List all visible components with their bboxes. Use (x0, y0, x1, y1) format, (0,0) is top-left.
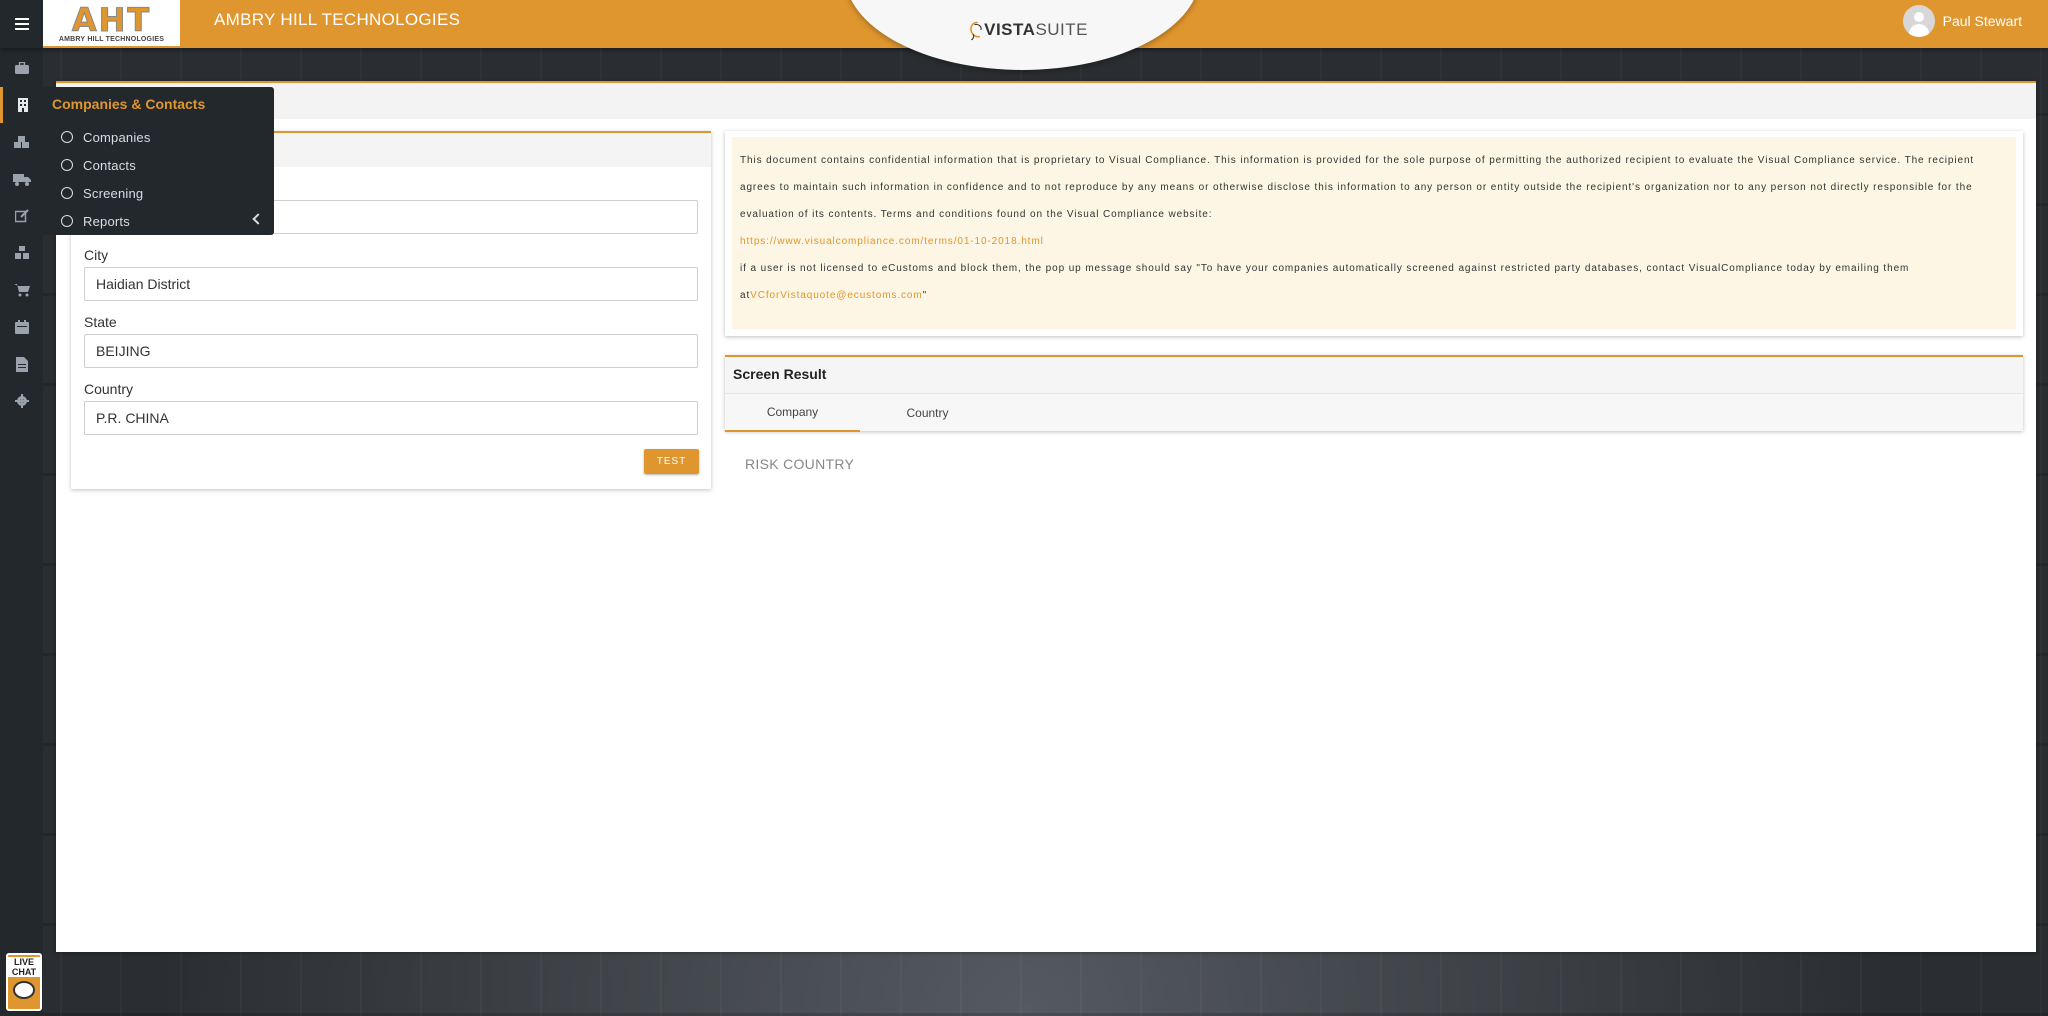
cart-icon (13, 284, 30, 297)
flyout-item-label: Reports (83, 213, 130, 229)
truck-icon (12, 173, 31, 186)
radio-icon (61, 131, 73, 143)
flyout-item-contacts[interactable]: Contacts (61, 155, 136, 175)
confidentiality-notice: This document contains confidential info… (732, 137, 2016, 329)
rail-settings[interactable] (0, 383, 43, 419)
rail-inventory[interactable] (0, 124, 43, 160)
notice-paragraph-2: if a user is not licensed to eCustoms an… (740, 263, 1910, 301)
companies-contacts-flyout: Companies & Contacts Companies Contacts … (43, 87, 274, 235)
chat-avatar-icon (13, 981, 35, 999)
edit-icon (14, 209, 29, 223)
state-label: State (84, 314, 117, 330)
flyout-item-label: Screening (83, 185, 144, 201)
menu-toggle-button[interactable] (0, 0, 43, 48)
city-field[interactable]: Haidian District (84, 267, 698, 301)
rail-companies[interactable] (0, 87, 43, 123)
rail-warehouse[interactable] (0, 235, 43, 271)
city-label: City (84, 247, 109, 263)
terms-link[interactable]: https://www.visualcompliance.com/terms/0… (740, 228, 2008, 255)
company-logo[interactable]: AHT AMBRY HILL TECHNOLOGIES (43, 0, 180, 46)
hamburger-icon (14, 18, 29, 30)
screen-result-title: Screen Result (733, 366, 827, 382)
user-name[interactable]: Paul Stewart (1943, 13, 2022, 29)
avatar[interactable] (1902, 5, 1935, 37)
rail-documents[interactable] (0, 346, 43, 382)
flyout-item-label: Companies (83, 129, 151, 145)
radio-icon (61, 159, 73, 171)
main-panel: City Haidian District State BEIJING Coun… (56, 81, 2036, 952)
warehouse-icon (14, 246, 29, 259)
radio-icon (61, 187, 73, 199)
screen-result-card: Screen Result Company Country (725, 355, 2023, 432)
calendar-icon (14, 320, 29, 334)
rail-home[interactable] (0, 50, 43, 86)
radio-icon (61, 215, 73, 227)
rail-orders[interactable] (0, 198, 43, 234)
company-name: AMBRY HILL TECHNOLOGIES (214, 10, 461, 29)
flyout-title: Companies & Contacts (52, 96, 206, 112)
country-field[interactable]: P.R. CHINA (84, 401, 698, 435)
notice-paragraph-1: This document contains confidential info… (740, 155, 1975, 220)
chevron-left-icon[interactable] (252, 213, 264, 225)
cubes-icon (13, 135, 29, 148)
confidentiality-notice-card: This document contains confidential info… (725, 131, 2023, 336)
email-link[interactable]: VCforVistaquote@ecustoms.com (750, 290, 922, 301)
live-chat-label: LIVE CHAT (8, 957, 40, 977)
vistasuite-wordmark: VISTASUITE (984, 20, 1088, 39)
document-icon (15, 356, 28, 372)
state-field[interactable]: BEIJING (84, 334, 698, 368)
building-icon (18, 98, 28, 112)
live-chat-button[interactable]: LIVE CHAT (6, 953, 42, 1011)
risk-country-label: RISK COUNTRY (745, 456, 855, 472)
rail-calendar[interactable] (0, 309, 43, 345)
icon-rail (0, 48, 43, 1016)
rail-shipping[interactable] (0, 161, 43, 197)
briefcase-icon (14, 61, 29, 74)
tab-company[interactable]: Company (725, 394, 860, 432)
vista-swirl-icon (970, 21, 982, 41)
flyout-item-label: Contacts (83, 157, 136, 173)
logo-letters: AHT (71, 0, 152, 39)
main-panel-header (56, 83, 2036, 119)
flyout-item-reports[interactable]: Reports (61, 211, 130, 231)
logo-subtitle: AMBRY HILL TECHNOLOGIES (58, 35, 165, 43)
flyout-item-companies[interactable]: Companies (61, 127, 151, 147)
country-label: Country (84, 381, 134, 397)
vistasuite-logo[interactable]: VISTASUITE (968, 8, 1088, 52)
test-button[interactable]: TEST (644, 449, 699, 474)
tab-country[interactable]: Country (860, 394, 995, 432)
user-menu[interactable]: Paul Stewart (1902, 3, 2022, 39)
result-tabs: Company Country (725, 393, 2023, 432)
flyout-item-screening[interactable]: Screening (61, 183, 143, 203)
gear-icon (14, 394, 29, 408)
rail-purchasing[interactable] (0, 272, 43, 308)
